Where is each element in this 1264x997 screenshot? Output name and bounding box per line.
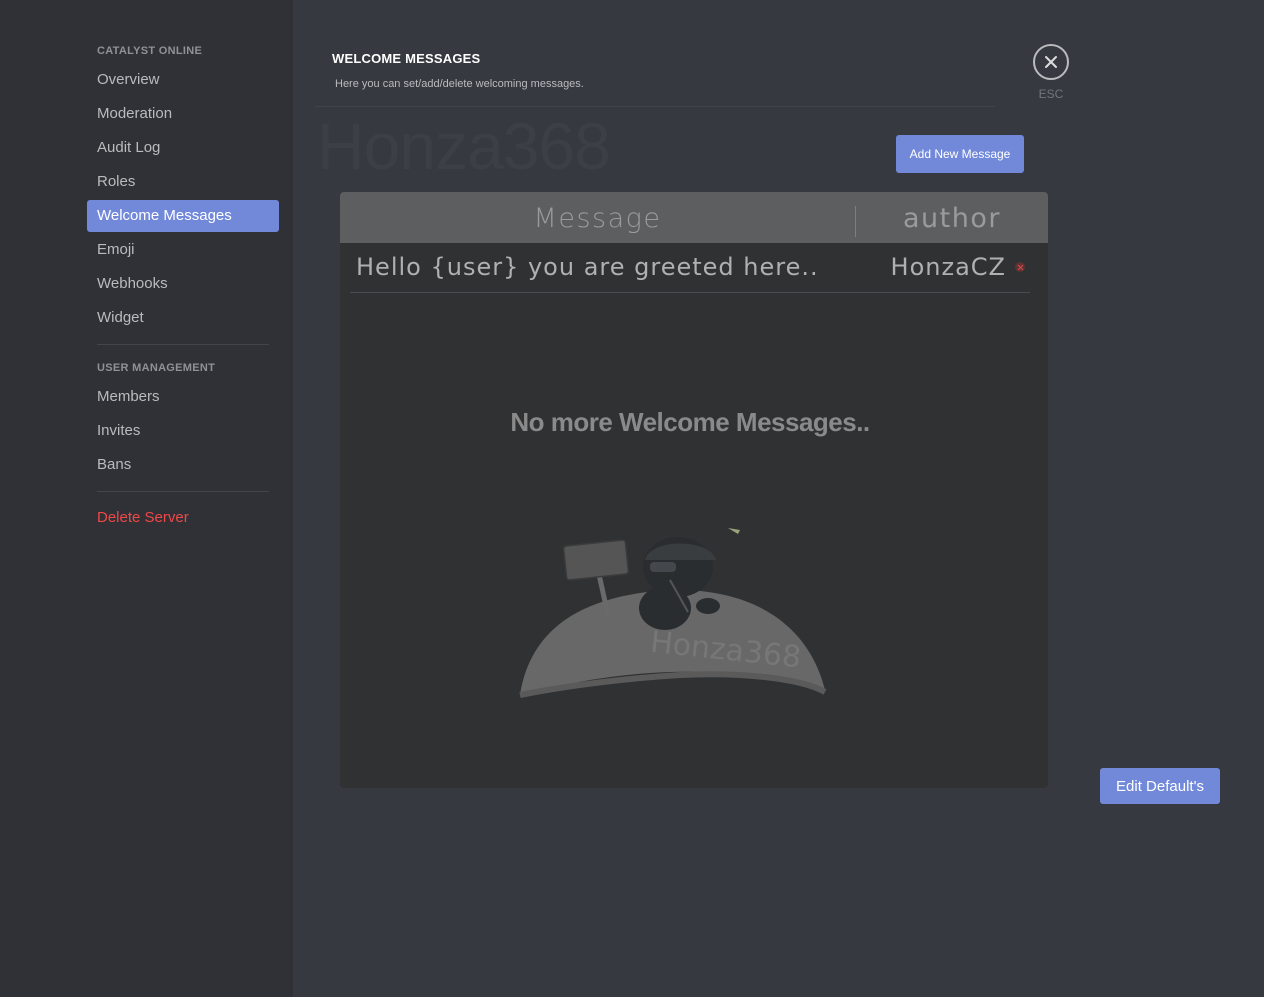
sidebar-header-user-management: USER MANAGEMENT: [97, 362, 216, 374]
settings-content: WELCOME MESSAGES Here you can set/add/de…: [293, 0, 1264, 997]
sidebar-item-emoji[interactable]: Emoji: [87, 234, 279, 266]
row-author: HonzaCZ: [890, 253, 1006, 281]
delete-icon: [1017, 264, 1023, 270]
title-divider: [315, 106, 995, 107]
page-title: WELCOME MESSAGES: [332, 51, 481, 66]
sidebar-item-members[interactable]: Members: [87, 381, 279, 413]
sidebar-divider: [97, 491, 269, 492]
sidebar-item-audit-log[interactable]: Audit Log: [87, 132, 279, 164]
table-header: Message author: [340, 192, 1048, 243]
sidebar-divider: [97, 344, 269, 345]
watermark-text: Honza368: [317, 109, 611, 183]
sidebar-item-moderation[interactable]: Moderation: [87, 98, 279, 130]
sidebar-item-widget[interactable]: Widget: [87, 302, 279, 334]
delete-message-button[interactable]: [1015, 262, 1025, 272]
sidebar-item-welcome-messages[interactable]: Welcome Messages: [87, 200, 279, 232]
add-new-message-button[interactable]: Add New Message: [896, 135, 1024, 173]
sidebar-nav: CATALYST ONLINE Overview Moderation Audi…: [87, 38, 279, 536]
sidebar-item-invites[interactable]: Invites: [87, 415, 279, 447]
sidebar-header-server: CATALYST ONLINE: [97, 45, 203, 57]
empty-state-illustration: Honza368: [519, 528, 827, 698]
table-row[interactable]: Hello {user} you are greeted here.. Honz…: [350, 243, 1030, 293]
edit-defaults-button[interactable]: Edit Default's: [1100, 768, 1220, 804]
delete-server-button[interactable]: Delete Server: [87, 502, 279, 534]
sidebar-item-webhooks[interactable]: Webhooks: [87, 268, 279, 300]
page-description: Here you can set/add/delete welcoming me…: [335, 78, 584, 90]
sidebar-item-roles[interactable]: Roles: [87, 166, 279, 198]
column-header-message[interactable]: Message: [340, 192, 855, 243]
close-icon: [1045, 56, 1057, 68]
messages-panel: Message author Hello {user} you are gree…: [340, 192, 1048, 788]
close-button[interactable]: [1033, 44, 1069, 80]
column-header-author[interactable]: author: [856, 192, 1048, 243]
sidebar-item-bans[interactable]: Bans: [87, 449, 279, 481]
sidebar-item-overview[interactable]: Overview: [87, 64, 279, 96]
esc-label: ESC: [1038, 87, 1064, 101]
settings-sidebar: CATALYST ONLINE Overview Moderation Audi…: [0, 0, 293, 997]
row-message: Hello {user} you are greeted here..: [356, 253, 819, 281]
empty-state-text: No more Welcome Messages..: [510, 407, 870, 437]
